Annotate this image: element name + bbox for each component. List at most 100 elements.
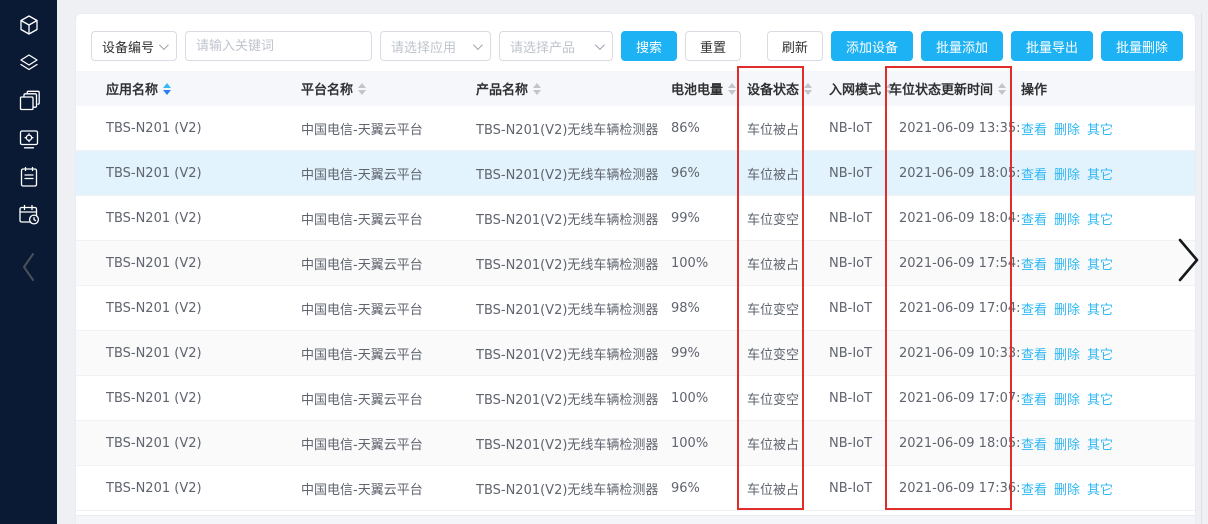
action-view-link[interactable]: 查看 (1021, 209, 1047, 228)
sort-icon[interactable] (804, 83, 812, 95)
cell-product-name: TBS-N201(V2)无线车辆检测器 (476, 344, 671, 363)
sidebar-collapse-button[interactable] (16, 256, 42, 282)
cell-update-time: 2021-06-09 17:04:10 (889, 301, 1021, 316)
action-view-link[interactable]: 查看 (1021, 479, 1047, 498)
action-other-link[interactable]: 其它 (1087, 254, 1113, 273)
sort-icon[interactable] (998, 83, 1006, 95)
cell-network-mode: NB-IoT (821, 481, 889, 496)
action-other-link[interactable]: 其它 (1087, 434, 1113, 453)
search-button[interactable]: 搜索 (621, 31, 677, 61)
add-device-button[interactable]: 添加设备 (831, 31, 913, 61)
keyword-input[interactable] (185, 31, 372, 61)
action-delete-link[interactable]: 删除 (1054, 299, 1080, 318)
table-row[interactable]: TBS-N201 (V2) 中国电信-天翼云平台 TBS-N201(V2)无线车… (76, 331, 1195, 376)
batch-add-button[interactable]: 批量添加 (921, 31, 1003, 61)
column-header-network-mode[interactable]: 入网模式 (821, 79, 889, 98)
cell-network-mode: NB-IoT (821, 301, 889, 316)
action-view-link[interactable]: 查看 (1021, 164, 1047, 183)
cell-operations: 查看删除其它 (1021, 389, 1195, 408)
table-row[interactable]: TBS-N201 (V2) 中国电信-天翼云平台 TBS-N201(V2)无线车… (76, 421, 1195, 466)
action-delete-link[interactable]: 删除 (1054, 164, 1080, 183)
sort-icon[interactable] (533, 83, 541, 95)
action-other-link[interactable]: 其它 (1087, 209, 1113, 228)
column-header-update-time[interactable]: 车位状态更新时间 (889, 79, 1021, 98)
cell-operations: 查看删除其它 (1021, 254, 1195, 273)
action-view-link[interactable]: 查看 (1021, 434, 1047, 453)
search-field-select[interactable]: 设备编号 (91, 31, 177, 61)
action-other-link[interactable]: 其它 (1087, 164, 1113, 183)
cell-update-time: 2021-06-09 18:05:54 (889, 436, 1021, 451)
action-other-link[interactable]: 其它 (1087, 344, 1113, 363)
sidebar-item-reports[interactable] (16, 166, 42, 192)
cell-network-mode: NB-IoT (821, 121, 889, 136)
cell-app-name: TBS-N201 (V2) (106, 211, 301, 226)
next-page-arrow[interactable] (1177, 237, 1201, 287)
cell-update-time: 2021-06-09 18:05:51 (889, 166, 1021, 181)
product-select[interactable]: 请选择产品 (499, 31, 613, 61)
next-row-partial-strip (76, 515, 1195, 524)
copies-icon (17, 89, 41, 117)
cell-platform-name: 中国电信-天翼云平台 (301, 254, 476, 273)
table-row[interactable]: TBS-N201 (V2) 中国电信-天翼云平台 TBS-N201(V2)无线车… (76, 376, 1195, 421)
cell-operations: 查看删除其它 (1021, 164, 1195, 183)
table-row[interactable]: TBS-N201 (V2) 中国电信-天翼云平台 TBS-N201(V2)无线车… (76, 196, 1195, 241)
sidebar-item-monitor-settings[interactable] (16, 128, 42, 154)
action-delete-link[interactable]: 删除 (1054, 434, 1080, 453)
table-row[interactable]: TBS-N201 (V2) 中国电信-天翼云平台 TBS-N201(V2)无线车… (76, 286, 1195, 331)
reset-button[interactable]: 重置 (685, 31, 741, 61)
action-view-link[interactable]: 查看 (1021, 299, 1047, 318)
sort-icon[interactable] (358, 83, 366, 95)
cell-product-name: TBS-N201(V2)无线车辆检测器 (476, 479, 671, 498)
column-header-platform-name[interactable]: 平台名称 (301, 79, 476, 98)
action-view-link[interactable]: 查看 (1021, 254, 1047, 273)
cell-app-name: TBS-N201 (V2) (106, 346, 301, 361)
action-view-link[interactable]: 查看 (1021, 119, 1047, 138)
action-view-link[interactable]: 查看 (1021, 344, 1047, 363)
app-select[interactable]: 请选择应用 (380, 31, 491, 61)
monitor-gear-icon (17, 127, 41, 155)
cell-network-mode: NB-IoT (821, 256, 889, 271)
cell-update-time: 2021-06-09 10:33:09 (889, 346, 1021, 361)
cell-operations: 查看删除其它 (1021, 434, 1195, 453)
table-row[interactable]: TBS-N201 (V2) 中国电信-天翼云平台 TBS-N201(V2)无线车… (76, 241, 1195, 286)
action-delete-link[interactable]: 删除 (1054, 479, 1080, 498)
cell-battery: 96% (671, 481, 741, 496)
action-other-link[interactable]: 其它 (1087, 479, 1113, 498)
table-row[interactable]: TBS-N201 (V2) 中国电信-天翼云平台 TBS-N201(V2)无线车… (76, 106, 1195, 151)
sidebar-item-products[interactable] (16, 90, 42, 116)
table-row[interactable]: TBS-N201 (V2) 中国电信-天翼云平台 TBS-N201(V2)无线车… (76, 151, 1195, 196)
action-delete-link[interactable]: 删除 (1054, 344, 1080, 363)
column-header-device-status[interactable]: 设备状态 (741, 79, 821, 98)
sidebar-item-devices[interactable] (16, 14, 42, 40)
app-select-placeholder: 请选择应用 (391, 37, 456, 56)
column-header-product-name[interactable]: 产品名称 (476, 79, 671, 98)
device-list-panel: 设备编号 请选择应用 请选择产品 搜索 重置 刷新 添加设备 批量添加 批量导出… (75, 13, 1196, 524)
table-row[interactable]: TBS-N201 (V2) 中国电信-天翼云平台 TBS-N201(V2)无线车… (76, 466, 1195, 511)
cell-platform-name: 中国电信-天翼云平台 (301, 299, 476, 318)
sidebar (0, 0, 57, 524)
sidebar-item-schedule[interactable] (16, 204, 42, 230)
sort-icon[interactable] (728, 83, 736, 95)
action-delete-link[interactable]: 删除 (1054, 119, 1080, 138)
refresh-button[interactable]: 刷新 (767, 31, 823, 61)
action-view-link[interactable]: 查看 (1021, 389, 1047, 408)
action-delete-link[interactable]: 删除 (1054, 209, 1080, 228)
sidebar-item-applications[interactable] (16, 52, 42, 78)
cell-network-mode: NB-IoT (821, 391, 889, 406)
action-other-link[interactable]: 其它 (1087, 299, 1113, 318)
action-delete-link[interactable]: 删除 (1054, 389, 1080, 408)
cube-icon (17, 13, 41, 41)
toolbar: 设备编号 请选择应用 请选择产品 搜索 重置 刷新 添加设备 批量添加 批量导出… (91, 31, 1183, 61)
batch-delete-button[interactable]: 批量删除 (1101, 31, 1183, 61)
column-header-battery[interactable]: 电池电量 (671, 79, 741, 98)
sort-icon[interactable] (163, 83, 171, 95)
batch-export-button[interactable]: 批量导出 (1011, 31, 1093, 61)
cell-network-mode: NB-IoT (821, 211, 889, 226)
column-header-app-name[interactable]: 应用名称 (106, 79, 301, 98)
cell-product-name: TBS-N201(V2)无线车辆检测器 (476, 209, 671, 228)
layers-icon (17, 51, 41, 79)
cell-product-name: TBS-N201(V2)无线车辆检测器 (476, 389, 671, 408)
action-delete-link[interactable]: 删除 (1054, 254, 1080, 273)
action-other-link[interactable]: 其它 (1087, 119, 1113, 138)
action-other-link[interactable]: 其它 (1087, 389, 1113, 408)
